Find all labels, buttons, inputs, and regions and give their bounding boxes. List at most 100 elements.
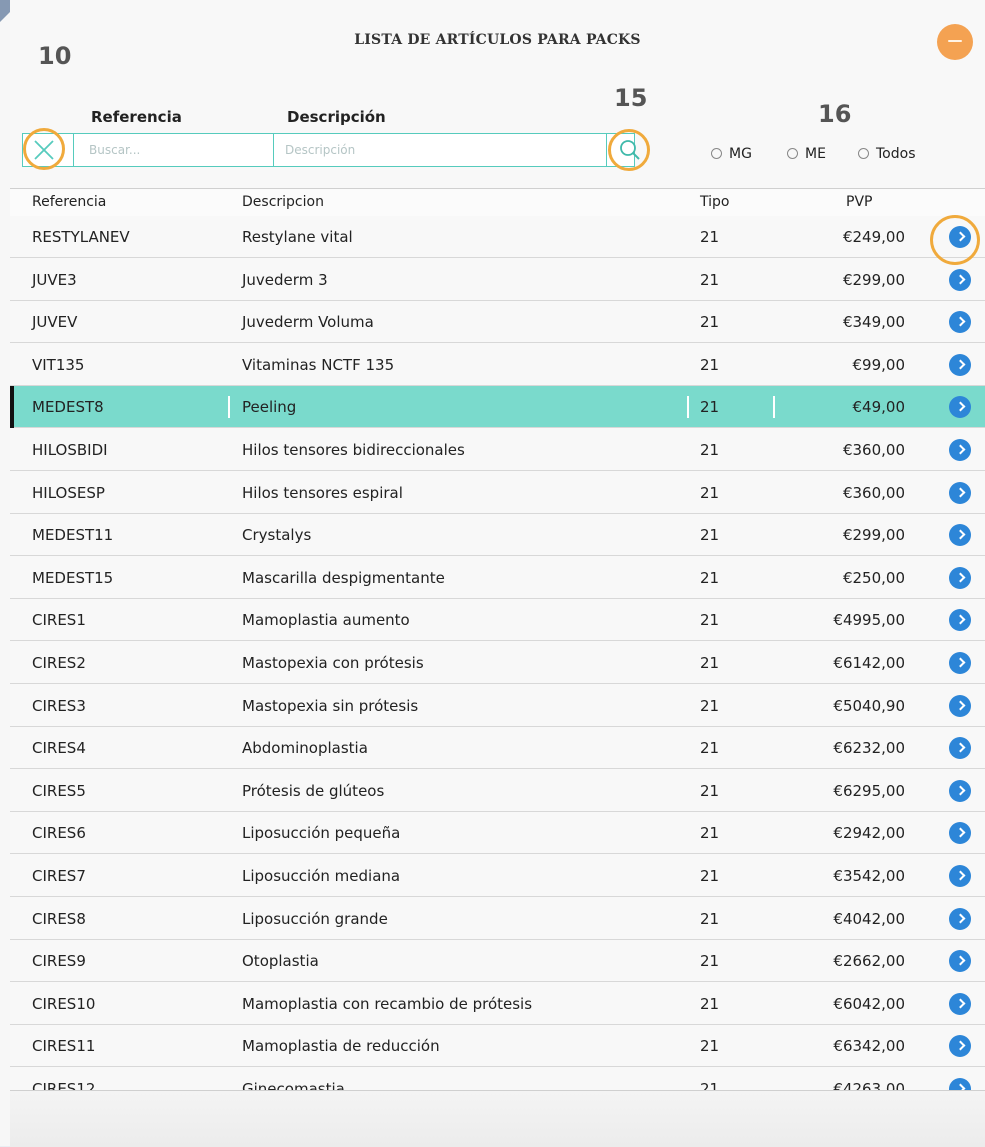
- cell-descripcion: Mamoplastia de reducción: [242, 1037, 440, 1056]
- chevron-right-icon[interactable]: [949, 439, 971, 461]
- cell-referencia: CIRES3: [32, 696, 86, 715]
- table-row[interactable]: CIRES5 Prótesis de glúteos 21 €6295,00: [10, 769, 985, 812]
- cell-pvp: €6142,00: [833, 654, 905, 672]
- table-row[interactable]: CIRES9 Otoplastia 21 €2662,00: [10, 940, 985, 983]
- cell-tipo: 21: [700, 441, 720, 459]
- table-row[interactable]: CIRES12 Ginecomastia 21 €4263,00: [10, 1068, 985, 1090]
- cell-referencia: VIT135: [32, 355, 85, 374]
- cell-pvp: €349,00: [842, 313, 905, 332]
- table-row[interactable]: HILOSBIDI Hilos tensores bidireccionales 2…: [10, 429, 985, 471]
- chevron-right-icon[interactable]: [949, 353, 971, 376]
- cell-descripcion: Peeling: [242, 398, 297, 417]
- chevron-right-icon[interactable]: [949, 779, 971, 802]
- table-row[interactable]: CIRES1 Mamoplastia aumento 21 €4995,00: [10, 599, 985, 642]
- cell-descripcion: Ginecomastia: [242, 1080, 345, 1090]
- cell-pvp: €2662,00: [833, 952, 905, 971]
- cell-tipo: 21: [700, 398, 720, 417]
- table-row[interactable]: HILOSESP Hilos tensores espiral 21 €360,00: [10, 471, 985, 514]
- reference-search-input[interactable]: Buscar...: [89, 143, 140, 157]
- chevron-right-icon[interactable]: [949, 268, 971, 291]
- cell-pvp: €3542,00: [833, 867, 905, 885]
- chevron-right-icon[interactable]: [949, 992, 971, 1015]
- chevron-right-icon[interactable]: [949, 737, 971, 760]
- chevron-right-icon[interactable]: [949, 311, 971, 334]
- chevron-right-icon[interactable]: [949, 481, 971, 504]
- cell-referencia: MEDEST15: [32, 568, 114, 587]
- cell-referencia: JUVEV: [32, 313, 78, 332]
- description-label: Descripción: [287, 108, 386, 126]
- column-header-descripcion[interactable]: Descripcion: [242, 194, 324, 210]
- table-row[interactable]: CIRES8 Liposucción grande 21 €4042,00: [10, 897, 985, 940]
- cell-descripcion: Juvederm 3: [242, 270, 328, 289]
- chevron-right-icon[interactable]: [949, 1078, 971, 1090]
- cell-referencia: CIRES6: [32, 824, 86, 843]
- chevron-right-icon[interactable]: [949, 1035, 971, 1058]
- table-row[interactable]: CIRES2 Mastopexia con prótesis 21 €6142,00: [10, 642, 985, 684]
- search-bar: Buscar... Descripción: [22, 133, 635, 167]
- radio-circle-icon: [711, 148, 722, 159]
- table-row[interactable]: CIRES11 Mamoplastia de reducción 21 €6342,0…: [10, 1025, 985, 1068]
- cell-tipo: 21: [700, 611, 720, 630]
- column-header-tipo[interactable]: Tipo: [700, 194, 729, 210]
- radio-label: Todos: [876, 146, 916, 162]
- chevron-right-icon[interactable]: [949, 865, 971, 887]
- cell-descripcion: Mamoplastia aumento: [242, 611, 410, 630]
- callout-10: 10: [38, 42, 72, 70]
- cell-referencia: CIRES1: [32, 611, 86, 630]
- table-row[interactable]: CIRES3 Mastopexia sin prótesis 21 €5040,90: [10, 684, 985, 727]
- table-row[interactable]: VIT135 Vitaminas NCTF 135 21 €99,00: [10, 343, 985, 386]
- cell-referencia: CIRES9: [32, 952, 86, 971]
- close-button[interactable]: [937, 24, 973, 60]
- cell-referencia: CIRES4: [32, 739, 86, 758]
- table-row[interactable]: CIRES6 Liposucción pequeña 21 €2942,00: [10, 812, 985, 855]
- cell-referencia: HILOSBIDI: [32, 441, 108, 459]
- chevron-right-icon[interactable]: [949, 652, 971, 674]
- chevron-right-icon[interactable]: [949, 694, 971, 717]
- table-row[interactable]: MEDEST15 Mascarilla despigmentante 21 €250,…: [10, 556, 985, 599]
- footer-bar: [10, 1090, 985, 1147]
- table-row[interactable]: MEDEST11 Crystalys 21 €299,00: [10, 514, 985, 557]
- cell-referencia: HILOSESP: [32, 483, 105, 502]
- column-header-referencia[interactable]: Referencia: [32, 194, 106, 210]
- cell-referencia: JUVE3: [32, 270, 77, 289]
- cell-descripcion: Liposucción grande: [242, 909, 388, 928]
- chevron-right-icon[interactable]: [949, 524, 971, 547]
- search-divider: [273, 134, 274, 166]
- chevron-right-icon[interactable]: [949, 822, 971, 845]
- table-row[interactable]: MEDEST8 Peeling 21 €49,00: [10, 386, 985, 429]
- page-title: LISTA DE ARTÍCULOS PARA PACKS: [354, 32, 641, 48]
- description-search-input[interactable]: Descripción: [285, 143, 355, 157]
- callout-16: 16: [818, 100, 852, 128]
- cell-referencia: RESTYLANEV: [32, 228, 130, 246]
- table-row[interactable]: CIRES4 Abdominoplastia 21 €6232,00: [10, 727, 985, 770]
- table-row[interactable]: JUVEV Juvederm Voluma 21 €349,00: [10, 301, 985, 344]
- cell-descripcion: Liposucción pequeña: [242, 824, 401, 843]
- cell-tipo: 21: [700, 228, 720, 246]
- table-row[interactable]: JUVE3 Juvederm 3 21 €299,00: [10, 258, 985, 301]
- table-row[interactable]: CIRES10 Mamoplastia con recambio de próte…: [10, 982, 985, 1025]
- chevron-right-icon[interactable]: [949, 609, 971, 632]
- table-row[interactable]: CIRES7 Liposucción mediana 21 €3542,00: [10, 855, 985, 897]
- table-row[interactable]: RESTYLANEV Restylane vital 21 €249,00: [10, 216, 985, 258]
- chevron-right-icon[interactable]: [949, 566, 971, 589]
- cell-referencia: CIRES8: [32, 909, 86, 928]
- cell-referencia: CIRES7: [32, 867, 86, 885]
- chevron-right-icon[interactable]: [949, 950, 971, 973]
- column-header-pvp[interactable]: PVP: [846, 194, 872, 210]
- search-divider: [606, 134, 607, 166]
- cell-descripcion: Otoplastia: [242, 952, 319, 971]
- cell-tipo: 21: [700, 739, 720, 758]
- radio-todos[interactable]: Todos: [858, 146, 915, 162]
- cell-separator: [687, 396, 689, 419]
- cell-descripcion: Juvederm Voluma: [242, 313, 374, 332]
- cell-tipo: 21: [700, 952, 720, 971]
- radio-mg[interactable]: MG: [711, 146, 752, 162]
- cell-pvp: €360,00: [842, 483, 905, 502]
- chevron-right-icon[interactable]: [949, 396, 971, 419]
- cell-pvp: €99,00: [852, 355, 906, 374]
- cell-descripcion: Hilos tensores espiral: [242, 483, 403, 502]
- cell-tipo: 21: [700, 568, 720, 587]
- chevron-right-icon[interactable]: [949, 907, 971, 930]
- cell-descripcion: Restylane vital: [242, 228, 353, 246]
- radio-me[interactable]: ME: [787, 146, 826, 162]
